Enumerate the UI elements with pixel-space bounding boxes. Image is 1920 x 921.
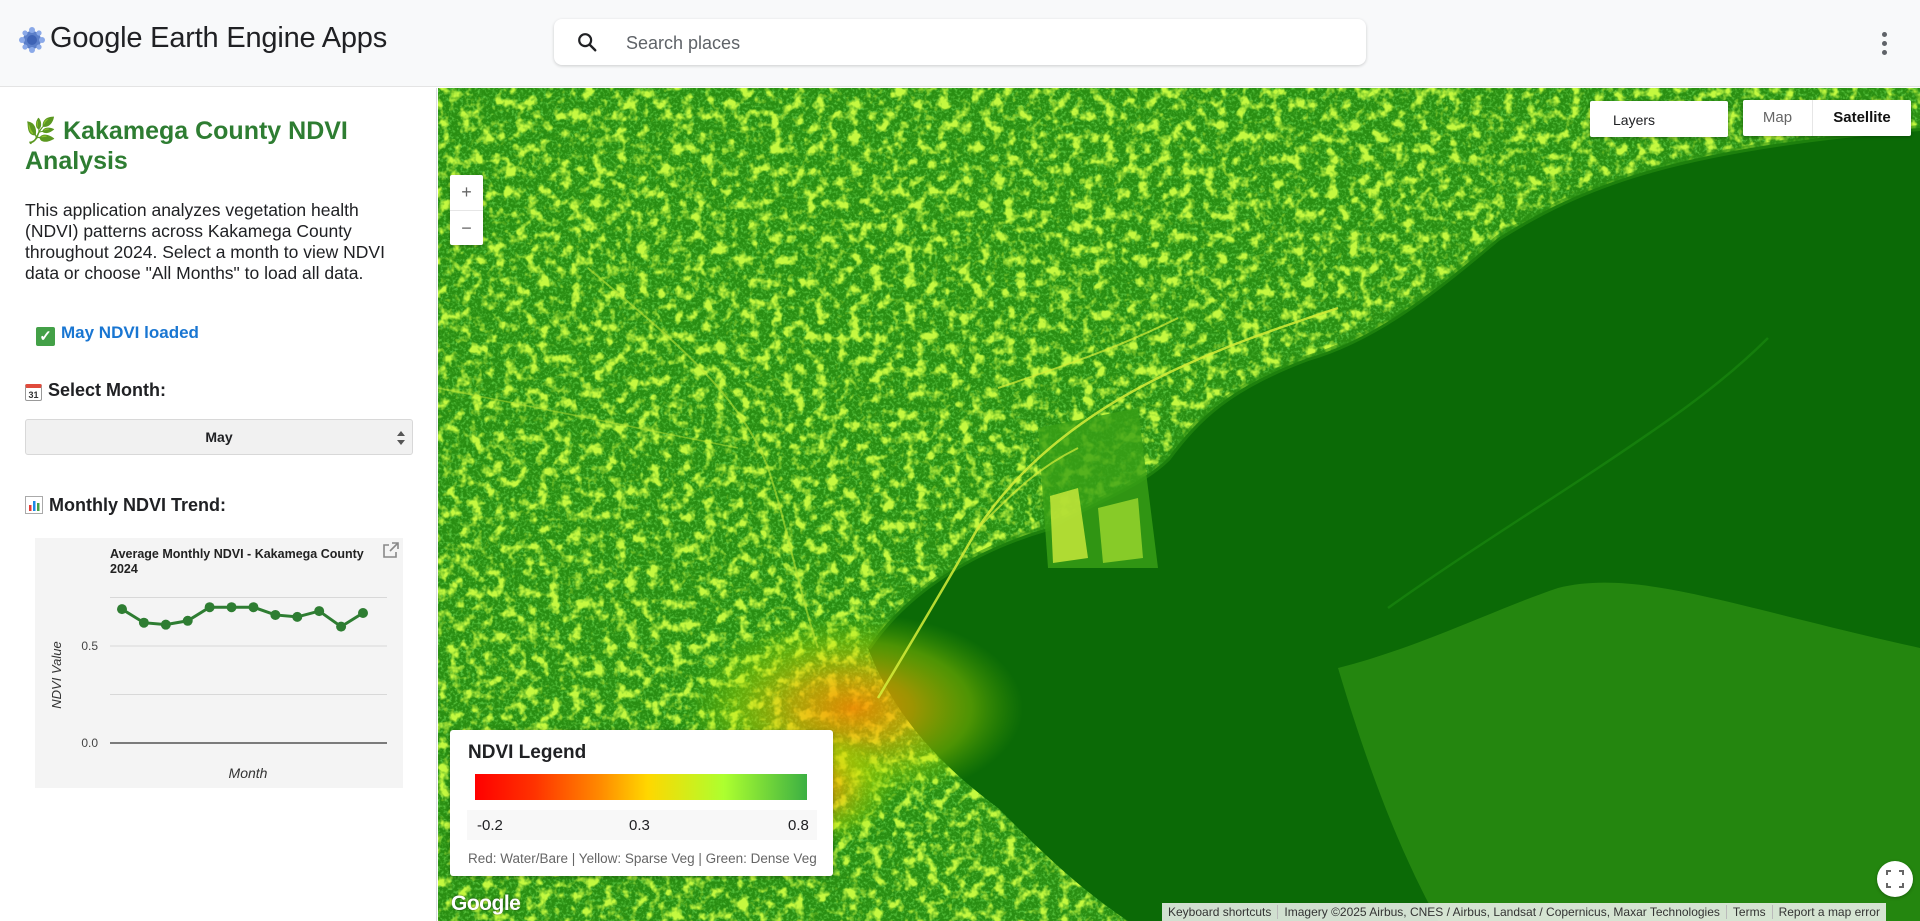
month-select[interactable]: May [25, 419, 413, 455]
zoom-control: + − [450, 175, 483, 245]
legend-note: Red: Water/Bare | Yellow: Sparse Veg | G… [468, 851, 817, 866]
chart-data-point[interactable] [204, 602, 215, 613]
month-label-text: Select Month: [48, 380, 167, 400]
check-icon: ✓ [36, 327, 55, 346]
panel-title: 🌿 Kakamega County NDVI Analysis [25, 117, 348, 175]
earth-engine-logo-icon[interactable] [18, 26, 46, 54]
trend-label-text: Monthly NDVI Trend: [49, 495, 226, 515]
legend-color-bar [475, 774, 807, 800]
ndvi-series-line [121, 605, 364, 629]
terms-link[interactable]: Terms [1725, 905, 1772, 919]
status-text: May NDVI loaded [61, 323, 199, 342]
panel-description: This application analyzes vegetation hea… [25, 200, 385, 283]
zoom-out-button[interactable]: − [450, 210, 483, 246]
ndvi-legend: NDVI Legend -0.2 0.3 0.8 Red: Water/Bare… [450, 730, 833, 876]
chart-data-point[interactable] [226, 602, 237, 613]
layers-button[interactable]: Layers [1590, 101, 1728, 137]
calendar-icon: 31 [25, 384, 42, 401]
top-bar: Google Earth Engine Apps [0, 0, 1920, 87]
trend-label: Monthly NDVI Trend: [25, 495, 226, 516]
chart-data-point[interactable] [117, 604, 127, 615]
legend-ticks: -0.2 0.3 0.8 [467, 810, 817, 840]
chart-xlabel: Month [229, 765, 268, 781]
chart-data-point[interactable] [138, 617, 149, 628]
legend-title: NDVI Legend [468, 742, 587, 763]
chart-data-point[interactable] [248, 602, 259, 613]
map-type-satellite-button[interactable]: Satellite [1813, 100, 1911, 136]
report-error-link[interactable]: Report a map error [1771, 905, 1886, 919]
popout-icon[interactable] [383, 542, 399, 558]
legend-max: 0.8 [788, 817, 809, 834]
chart-title-line-2: 2024 [110, 562, 138, 576]
select-arrows-icon [397, 431, 405, 445]
map-view[interactable]: + − Layers Map Satellite NDVI Legend -0.… [438, 88, 1920, 921]
fullscreen-icon [1886, 870, 1904, 888]
control-panel: 🌿 Kakamega County NDVI Analysis This app… [0, 88, 437, 921]
chart-ytick-label: 0.5 [81, 639, 98, 653]
keyboard-shortcuts-link[interactable]: Keyboard shortcuts [1162, 905, 1277, 919]
search-input[interactable] [624, 27, 1348, 59]
chart-data-point[interactable] [182, 615, 193, 626]
month-label: 31 Select Month: [25, 380, 166, 401]
status-message: ✓ May NDVI loaded [36, 323, 199, 346]
chart-title-line-1: Average Monthly NDVI - Kakamega County [110, 547, 364, 561]
legend-mid: 0.3 [629, 817, 650, 834]
chart-data-point[interactable] [314, 606, 325, 617]
map-type-control: Map Satellite [1743, 100, 1911, 136]
more-vert-icon[interactable] [1870, 28, 1898, 60]
chart-data-point[interactable] [160, 619, 171, 630]
chart-data-point[interactable] [270, 609, 281, 620]
app-title[interactable]: Google Earth Engine Apps [50, 22, 387, 55]
google-logo[interactable]: Google [451, 892, 521, 916]
fullscreen-button[interactable] [1877, 861, 1913, 897]
search-icon[interactable] [576, 31, 598, 53]
chart-data-point[interactable] [292, 611, 303, 622]
map-attribution: Keyboard shortcuts Imagery ©2025 Airbus, … [1162, 903, 1886, 921]
chart-ylabel: NDVI Value [49, 641, 64, 708]
bar-chart-icon [25, 496, 43, 514]
month-select-value: May [205, 429, 233, 445]
chart-ytick-label: 0.0 [81, 736, 98, 750]
chart-canvas: Average Monthly NDVI - Kakamega County 2… [49, 547, 387, 781]
search-box[interactable] [554, 19, 1366, 65]
ndvi-trend-chart[interactable]: Average Monthly NDVI - Kakamega County 2… [35, 538, 403, 788]
chart-data-point[interactable] [336, 621, 347, 632]
map-type-map-button[interactable]: Map [1743, 100, 1813, 136]
zoom-in-button[interactable]: + [450, 175, 483, 210]
legend-min: -0.2 [477, 817, 503, 834]
chart-data-point[interactable] [358, 608, 368, 619]
imagery-credit: Imagery ©2025 Airbus, CNES / Airbus, Lan… [1277, 905, 1726, 919]
